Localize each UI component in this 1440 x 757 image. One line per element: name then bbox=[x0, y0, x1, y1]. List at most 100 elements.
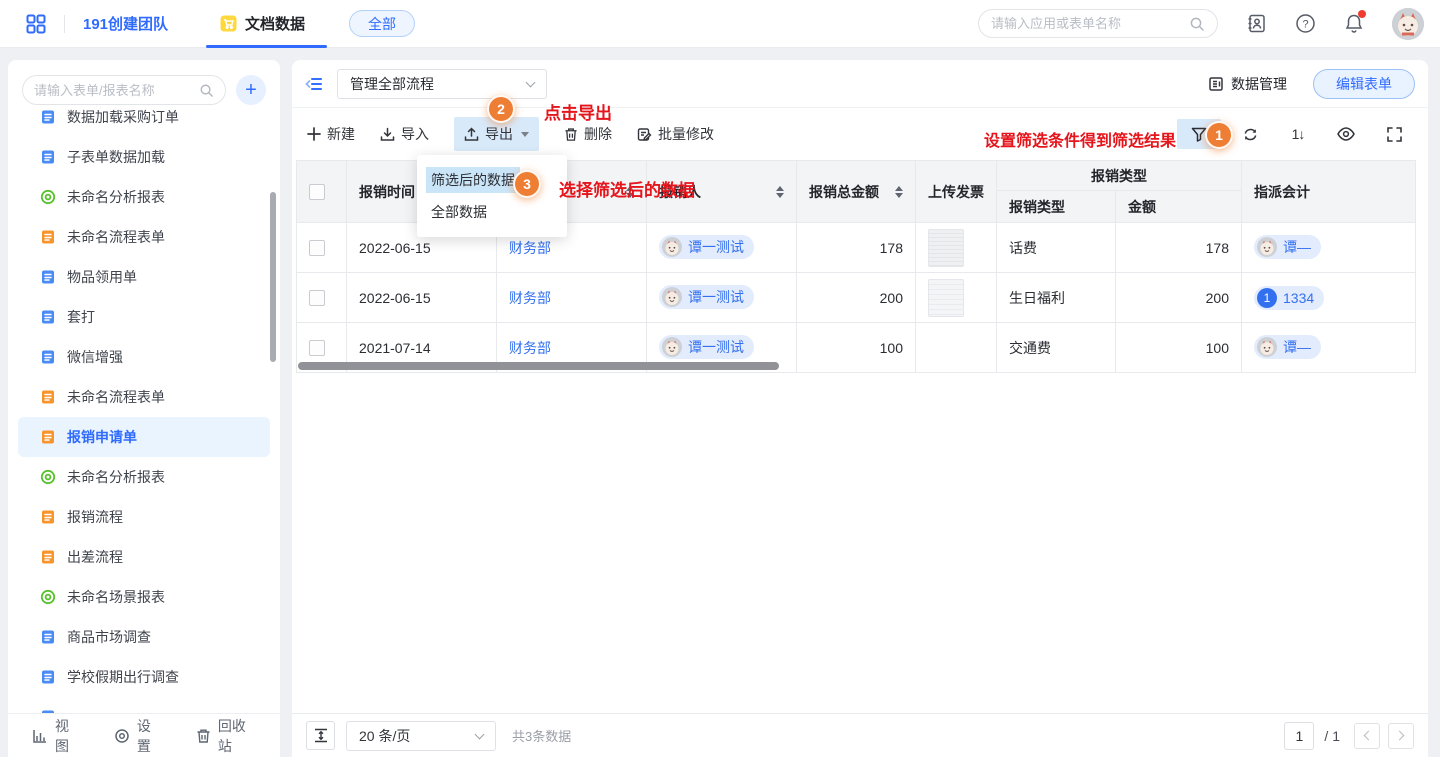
row-height-button[interactable] bbox=[306, 721, 335, 750]
amount-cell: 178 bbox=[1116, 223, 1242, 273]
contacts-icon[interactable] bbox=[1246, 13, 1267, 34]
sidebar-item-未命名分析报表[interactable]: 未命名分析报表 bbox=[18, 457, 270, 497]
help-icon[interactable]: ? bbox=[1295, 13, 1316, 34]
sidebar-settings-button[interactable]: 设置 bbox=[114, 716, 162, 756]
visibility-button[interactable] bbox=[1327, 119, 1365, 149]
sidebar-item-label: 物品领用单 bbox=[67, 267, 137, 287]
batch-edit-button[interactable]: 批量修改 bbox=[637, 124, 714, 144]
add-form-button[interactable]: + bbox=[236, 75, 266, 105]
department-link[interactable]: 财务部 bbox=[509, 240, 551, 256]
sidebar-item-label: 未命名场景报表 bbox=[67, 587, 165, 607]
flow-orange-icon bbox=[40, 509, 56, 525]
sidebar-views-button[interactable]: 视图 bbox=[32, 716, 80, 756]
new-record-button[interactable]: 新建 bbox=[307, 124, 355, 144]
sidebar-item-学校假期出行调查[interactable]: 学校假期出行调查 bbox=[18, 657, 270, 697]
sidebar-search-icon[interactable] bbox=[199, 83, 214, 98]
sidebar-item-clipped[interactable] bbox=[18, 697, 270, 713]
count-badge: 1 bbox=[1257, 288, 1277, 308]
refresh-button[interactable] bbox=[1231, 119, 1269, 149]
toolbar: 新建 导入 导出 删除 批量修改 bbox=[292, 108, 1428, 160]
delete-button[interactable]: 删除 bbox=[564, 124, 612, 144]
submitter-pill[interactable]: 谭一测试 bbox=[659, 335, 754, 359]
invoice-cell bbox=[916, 273, 997, 323]
invoice-thumbnail[interactable] bbox=[928, 229, 964, 267]
user-avatar[interactable] bbox=[1392, 8, 1424, 40]
search-icon[interactable] bbox=[1189, 16, 1205, 32]
menu-item-all-data[interactable]: 全部数据 bbox=[417, 196, 567, 228]
accountant-pill[interactable]: 11334 bbox=[1254, 286, 1324, 310]
annotation-step-1: 设置筛选条件得到筛选结果 bbox=[984, 127, 1176, 151]
sidebar-item-报销流程[interactable]: 报销流程 bbox=[18, 497, 270, 537]
col-total-header[interactable]: 报销总金额 bbox=[797, 161, 916, 223]
sidebar-item-未命名流程表单[interactable]: 未命名流程表单 bbox=[18, 217, 270, 257]
invoice-thumbnail[interactable] bbox=[928, 279, 964, 317]
select-cell[interactable] bbox=[297, 223, 347, 273]
form-blue-icon bbox=[40, 669, 56, 685]
total-amount-cell: 178 bbox=[797, 223, 916, 273]
sidebar-item-未命名流程表单[interactable]: 未命名流程表单 bbox=[18, 377, 270, 417]
col-type-group-header[interactable]: 报销类型 bbox=[997, 161, 1242, 191]
scope-all-pill[interactable]: 全部 bbox=[349, 10, 415, 37]
sidebar-item-出差流程[interactable]: 出差流程 bbox=[18, 537, 270, 577]
collapse-sidebar-icon[interactable] bbox=[305, 76, 323, 92]
app-header: 191创建团队 文档数据 全部 ? bbox=[0, 0, 1440, 48]
department-link[interactable]: 财务部 bbox=[509, 340, 551, 356]
next-page-button[interactable] bbox=[1388, 723, 1414, 749]
prev-page-button[interactable] bbox=[1354, 723, 1380, 749]
sidebar-item-物品领用单[interactable]: 物品领用单 bbox=[18, 257, 270, 297]
global-search-input[interactable] bbox=[991, 16, 1189, 31]
row-checkbox[interactable] bbox=[309, 240, 325, 256]
data-manage-button[interactable]: 数据管理 bbox=[1208, 74, 1287, 94]
form-blue-icon bbox=[40, 109, 56, 125]
col-amount-header[interactable]: 金额 bbox=[1116, 191, 1242, 223]
row-checkbox[interactable] bbox=[309, 290, 325, 306]
select-cell[interactable] bbox=[297, 273, 347, 323]
sidebar-item-未命名场景报表[interactable]: 未命名场景报表 bbox=[18, 577, 270, 617]
avatar bbox=[662, 287, 682, 307]
menu-item-filtered-data[interactable]: 筛选后的数据 bbox=[417, 164, 567, 196]
row-checkbox[interactable] bbox=[309, 340, 325, 356]
accountant-pill[interactable]: 谭— bbox=[1254, 235, 1321, 259]
horizontal-scrollbar[interactable] bbox=[298, 362, 779, 370]
sort-arrows-icon[interactable] bbox=[895, 186, 903, 198]
sidebar-item-报销申请单[interactable]: 报销申请单 bbox=[18, 417, 270, 457]
annotation-step-2: 点击导出 bbox=[544, 99, 612, 124]
col-accountant-header[interactable]: 指派会计 bbox=[1242, 161, 1416, 223]
department-link[interactable]: 财务部 bbox=[509, 290, 551, 306]
sort-button[interactable]: 1↓ bbox=[1279, 119, 1317, 149]
select-all-checkbox[interactable] bbox=[309, 184, 325, 200]
sidebar-item-子表单数据加载[interactable]: 子表单数据加载 bbox=[18, 137, 270, 177]
sidebar-form-list: 数据加载采购订单子表单数据加载未命名分析报表未命名流程表单物品领用单套打微信增强… bbox=[8, 108, 280, 713]
page-size-select[interactable]: 20 条/页 bbox=[346, 721, 496, 751]
sidebar-item-label: 未命名分析报表 bbox=[67, 187, 165, 207]
tab-document-data[interactable]: 文档数据 bbox=[212, 0, 313, 48]
flow-filter-select[interactable]: 管理全部流程 bbox=[337, 69, 547, 99]
col-type-header[interactable]: 报销类型 bbox=[997, 191, 1116, 223]
global-search[interactable] bbox=[978, 9, 1218, 38]
sidebar-item-数据加载采购订单[interactable]: 数据加载采购订单 bbox=[18, 108, 270, 137]
submitter-pill[interactable]: 谭一测试 bbox=[659, 235, 754, 259]
report-green-icon bbox=[40, 589, 56, 605]
team-name[interactable]: 191创建团队 bbox=[83, 13, 168, 34]
sidebar-search-input[interactable] bbox=[34, 83, 199, 98]
edit-form-button[interactable]: 编辑表单 bbox=[1313, 69, 1415, 99]
sidebar-item-商品市场调查[interactable]: 商品市场调查 bbox=[18, 617, 270, 657]
submitter-pill[interactable]: 谭一测试 bbox=[659, 285, 754, 309]
sidebar-item-微信增强[interactable]: 微信增强 bbox=[18, 337, 270, 377]
flow-orange-icon bbox=[40, 389, 56, 405]
sidebar-recycle-bin-button[interactable]: 回收站 bbox=[196, 716, 256, 756]
import-button[interactable]: 导入 bbox=[380, 124, 429, 144]
apps-grid-icon[interactable] bbox=[26, 14, 46, 34]
accountant-pill[interactable]: 谭— bbox=[1254, 335, 1321, 359]
sidebar-item-套打[interactable]: 套打 bbox=[18, 297, 270, 337]
sidebar-item-未命名分析报表[interactable]: 未命名分析报表 bbox=[18, 177, 270, 217]
sort-arrows-icon[interactable] bbox=[776, 186, 784, 198]
current-page-box[interactable]: 1 bbox=[1284, 722, 1314, 750]
sidebar-scrollbar[interactable] bbox=[270, 192, 276, 362]
sidebar-search[interactable] bbox=[22, 75, 226, 105]
fullscreen-button[interactable] bbox=[1375, 119, 1413, 149]
step-badge-1: 1 bbox=[1205, 121, 1233, 149]
tab-document-data-label: 文档数据 bbox=[245, 13, 305, 34]
col-invoice-header[interactable]: 上传发票 bbox=[916, 161, 997, 223]
notifications-bell-icon[interactable] bbox=[1344, 13, 1364, 34]
